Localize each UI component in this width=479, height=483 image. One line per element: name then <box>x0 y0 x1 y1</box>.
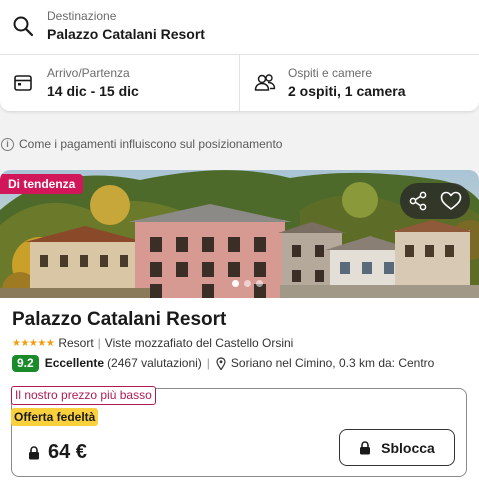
hotel-card[interactable]: Di tendenza Palazzo Catalani Resort ★★★★… <box>0 170 479 483</box>
price-value: 64 € <box>48 441 87 463</box>
guests-label: Ospiti e camere <box>288 66 373 80</box>
carousel-dot[interactable] <box>244 280 251 287</box>
payments-info-link[interactable]: i Come i pagamenti influiscono sul posiz… <box>0 136 282 152</box>
dates-field[interactable]: Arrivo/Partenza 14 dic - 15 dic <box>0 55 240 111</box>
hotel-description: Viste mozzafiato del Castello Orsini <box>104 336 294 350</box>
photo-actions <box>400 183 470 219</box>
star-rating-icon: ★★★★★ <box>12 337 55 349</box>
guests-icon <box>254 74 276 91</box>
unlock-button[interactable]: Sblocca <box>339 429 455 466</box>
hotel-meta: ★★★★★ Resort | Viste mozzafiato del Cast… <box>12 336 293 350</box>
info-icon: i <box>1 137 14 151</box>
offer-box[interactable]: Il nostro prezzo più basso Offerta fedel… <box>11 386 467 477</box>
carousel-dots[interactable] <box>232 280 263 288</box>
location-pin-icon <box>216 356 226 370</box>
guests-field[interactable]: Ospiti e camere 2 ospiti, 1 camera <box>240 55 479 111</box>
destination-field[interactable]: Destinazione Palazzo Catalani Resort <box>0 0 479 55</box>
rating-label: Eccellente <box>44 356 105 370</box>
lock-icon <box>360 440 371 454</box>
rating-row: 9.2 Eccellente (2467 valutazioni) | Sori… <box>12 354 434 372</box>
payments-info-text: Come i pagamenti influiscono sul posizio… <box>19 137 283 151</box>
rating-count: (2467 valutazioni) <box>107 356 202 370</box>
destination-label: Destinazione <box>47 9 117 23</box>
meta-separator: | <box>97 336 101 350</box>
unlock-button-label: Sblocca <box>381 439 435 456</box>
hotel-name[interactable]: Palazzo Catalani Resort <box>12 309 226 331</box>
hotel-type: Resort <box>58 336 94 350</box>
destination-value: Palazzo Catalani Resort <box>47 26 205 42</box>
lock-icon <box>29 445 39 459</box>
share-icon[interactable] <box>408 191 428 211</box>
dates-label: Arrivo/Partenza <box>47 66 130 80</box>
carousel-dot[interactable] <box>232 280 239 287</box>
carousel-dot[interactable] <box>256 280 263 287</box>
hotel-location: Soriano nel Cimino, 0.3 km da: Centro <box>230 356 435 370</box>
trending-badge: Di tendenza <box>0 174 84 194</box>
search-card: Destinazione Palazzo Catalani Resort Arr… <box>0 0 479 111</box>
lowest-price-tag: Il nostro prezzo più basso <box>11 386 156 405</box>
price: 64 € <box>28 441 87 464</box>
rating-score: 9.2 <box>12 354 39 372</box>
guests-value: 2 ospiti, 1 camera <box>288 83 406 99</box>
loyalty-offer-tag: Offerta fedeltà <box>11 408 99 426</box>
rating-separator: | <box>206 356 210 370</box>
heart-icon[interactable] <box>440 191 462 211</box>
calendar-icon <box>14 75 32 91</box>
search-icon <box>13 16 34 37</box>
dates-value: 14 dic - 15 dic <box>47 83 139 99</box>
